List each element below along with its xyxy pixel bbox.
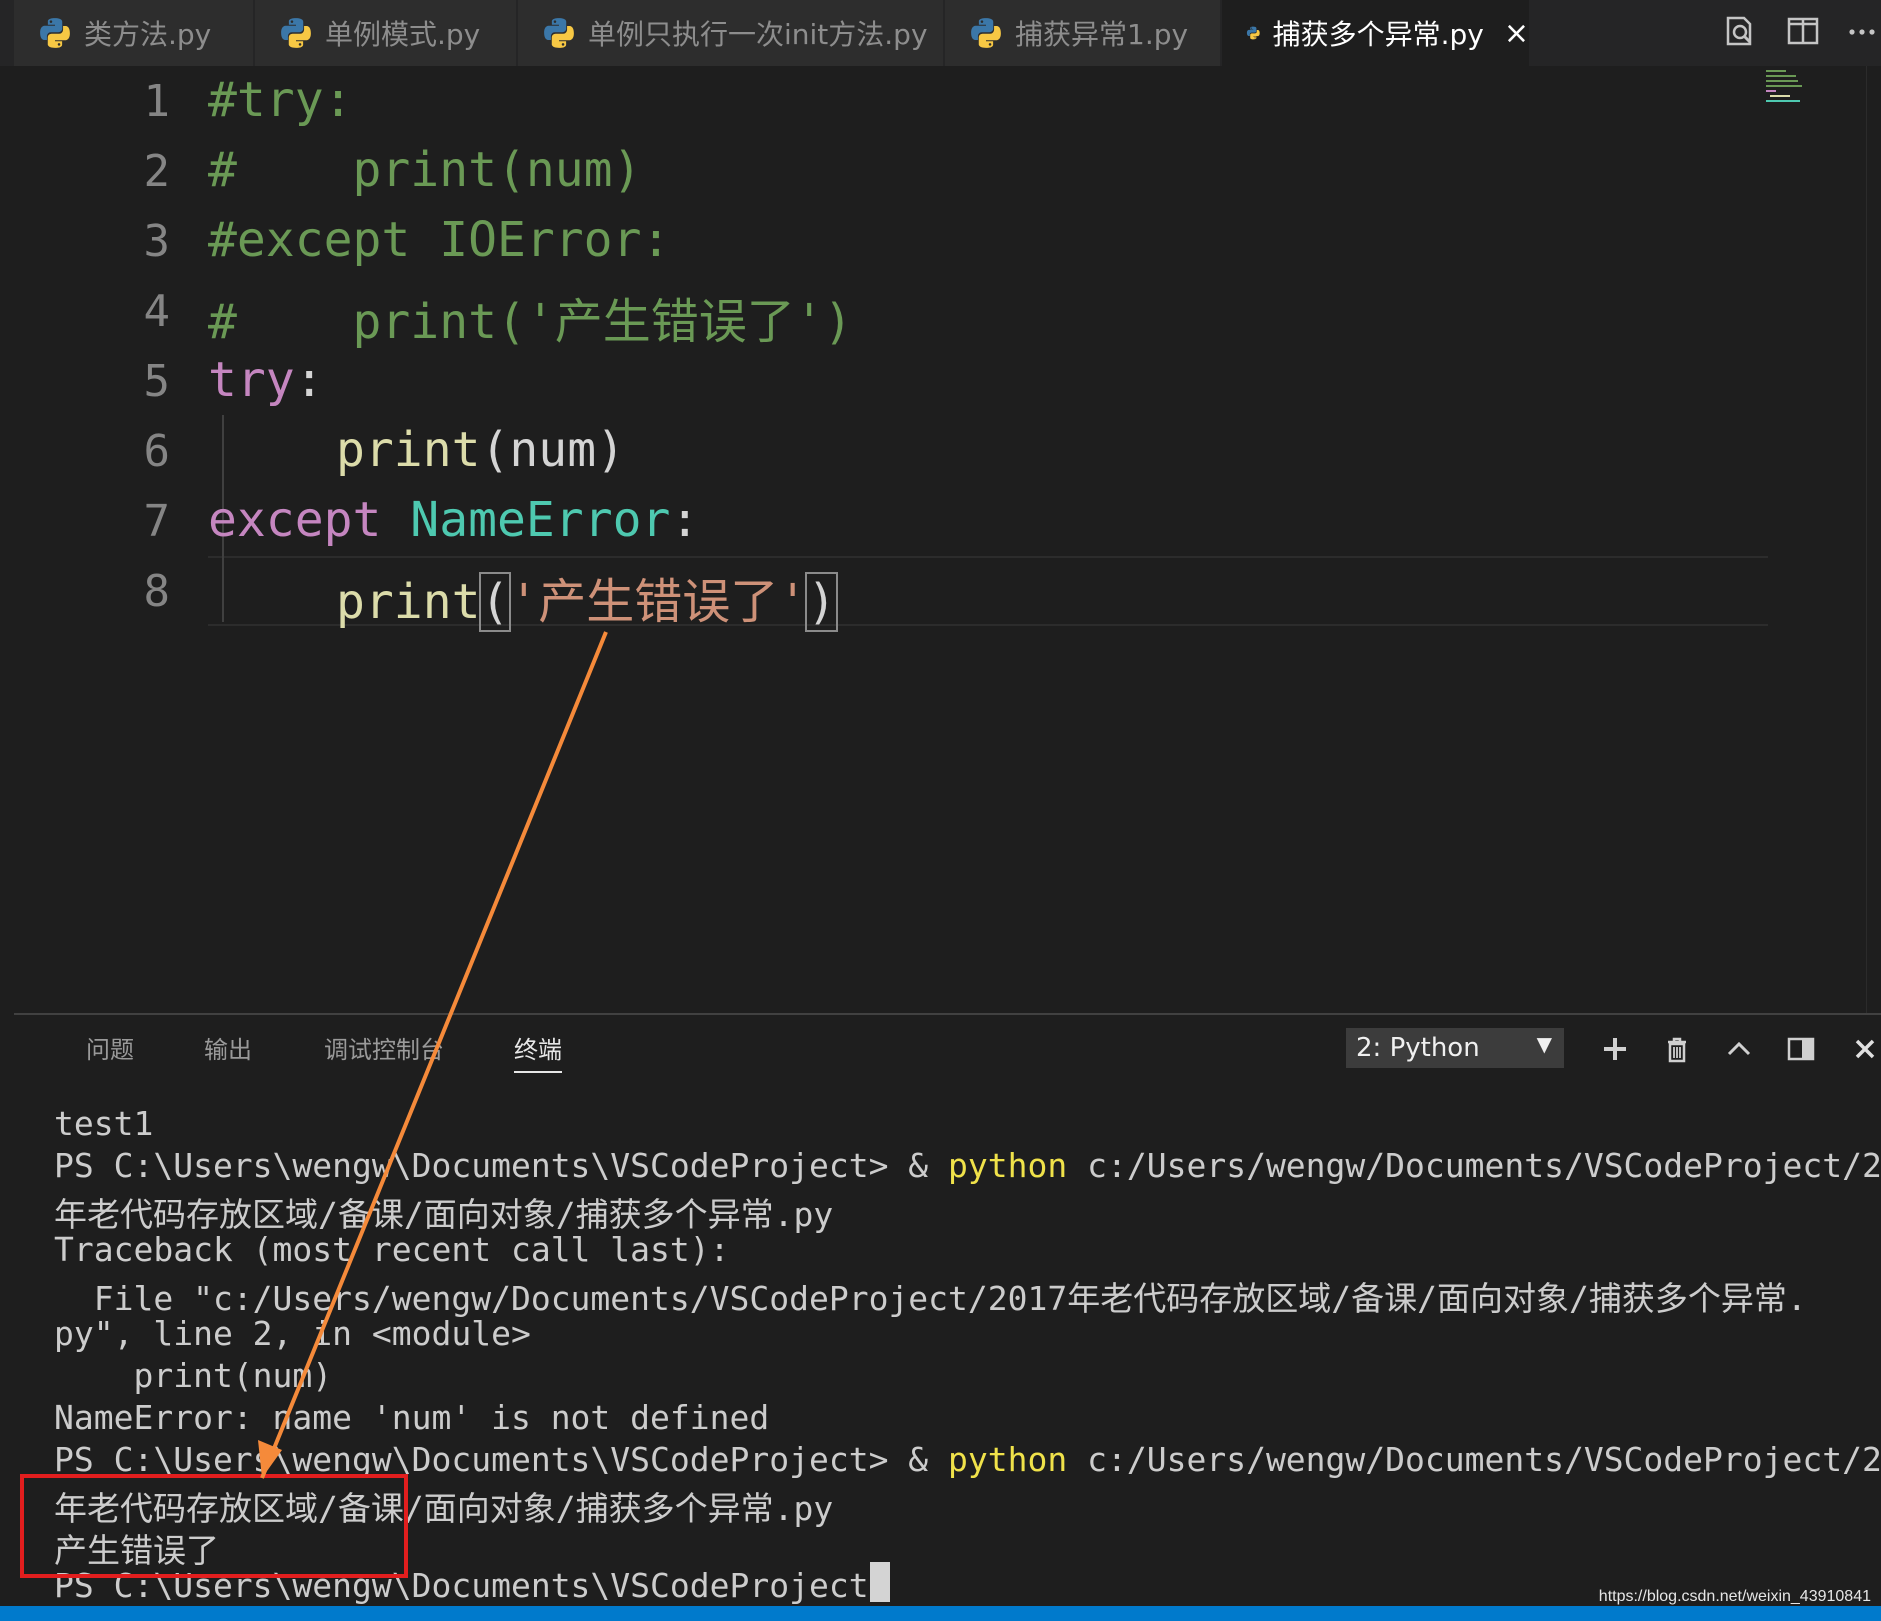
line-number: 8 — [143, 566, 171, 617]
tab-problems[interactable]: 问题 — [86, 1030, 134, 1065]
line-number: 5 — [143, 356, 171, 407]
tab-label: 单例只执行一次init方法.py — [588, 18, 928, 51]
more-actions-icon[interactable] — [1846, 14, 1880, 48]
bracket-match: ( — [478, 572, 512, 632]
toggle-panel-layout-icon[interactable] — [1786, 1034, 1816, 1064]
terminal-line: Traceback (most recent call last): — [54, 1230, 730, 1269]
minimap[interactable] — [1764, 66, 1814, 106]
terminal-line: PS C:\Users\wengw\Documents\VSCodeProjec… — [54, 1146, 1881, 1185]
punctuation: (num) — [480, 422, 626, 478]
command-args: c:/Users/wengw/Documents/VSCodeProject/2… — [1067, 1440, 1881, 1479]
tab-label: 单例模式.py — [325, 18, 481, 51]
code-line-3: #except IOError: — [208, 212, 670, 268]
string-literal: '产生错误了' — [509, 574, 808, 630]
tab-debug-console[interactable]: 调试控制台 — [324, 1030, 444, 1065]
keyword: try — [208, 352, 295, 408]
chevron-up-icon[interactable] — [1724, 1034, 1754, 1064]
terminal-line: test1 — [54, 1104, 154, 1143]
tab-catch-exception-1[interactable]: 捕获异常1.py — [945, 0, 1221, 66]
python-file-icon — [544, 18, 574, 48]
type-name: NameError — [410, 492, 671, 548]
terminal-line: print(num) — [54, 1356, 333, 1395]
line-number: 3 — [143, 216, 171, 267]
terminal-select[interactable]: 2: Python ▼ — [1346, 1028, 1564, 1068]
comment: #except IOError: — [208, 212, 671, 268]
tab-class-method[interactable]: 类方法.py — [14, 0, 254, 66]
terminal-line: NameError: name 'num' is not defined — [54, 1398, 770, 1437]
punctuation: : — [294, 352, 324, 408]
python-file-icon — [281, 18, 311, 48]
function-name: print — [336, 574, 481, 630]
code-line-4: # print('产生错误了') — [208, 282, 853, 352]
code-line-5: try: — [208, 352, 324, 408]
terminal-line: 年老代码存放区域/备课/面向对象/捕获多个异常.py — [54, 1195, 834, 1234]
python-file-icon — [40, 18, 70, 48]
line-number: 1 — [143, 76, 171, 127]
tab-terminal[interactable]: 终端 — [514, 1030, 562, 1073]
chevron-down-icon: ▼ — [1536, 1032, 1552, 1056]
open-preview-icon[interactable] — [1722, 14, 1756, 48]
terminal-line: File "c:/Users/wengw/Documents/VSCodePro… — [54, 1279, 1807, 1318]
tab-output[interactable]: 输出 — [204, 1030, 252, 1065]
tab-catch-multiple-exceptions[interactable]: 捕获多个异常.py × — [1222, 0, 1530, 66]
close-icon[interactable]: × — [1504, 16, 1529, 51]
line-number: 2 — [143, 146, 171, 197]
comment: #try: — [208, 72, 353, 128]
function-name: print — [336, 422, 481, 478]
comment: # print(num) — [208, 142, 642, 198]
punctuation: : — [670, 492, 700, 548]
code-line-2: # print(num) — [208, 142, 641, 198]
code-line-6: print(num) — [336, 422, 625, 478]
code-line-7: except NameError: — [208, 492, 699, 548]
command: python — [948, 1146, 1068, 1185]
terminal-select-value: 2: Python — [1356, 1033, 1480, 1063]
terminal-line: py", line 2, in <module> — [54, 1314, 531, 1353]
close-panel-icon[interactable] — [1850, 1034, 1880, 1064]
tab-label: 类方法.py — [84, 18, 212, 51]
watermark: https://blog.csdn.net/weixin_43910841 — [1598, 1588, 1871, 1605]
line-number: 6 — [143, 426, 171, 477]
editor-scrollbar[interactable] — [1866, 66, 1881, 1013]
bracket-match: ) — [805, 572, 839, 632]
tab-singleton-init[interactable]: 单例只执行一次init方法.py — [518, 0, 944, 66]
python-file-icon — [971, 18, 1001, 48]
line-number: 4 — [143, 286, 171, 337]
code-line-1: #try: — [208, 72, 353, 128]
tab-label: 捕获异常1.py — [1015, 18, 1189, 51]
code-line-8: print('产生错误了') — [336, 562, 839, 632]
split-editor-icon[interactable] — [1786, 14, 1820, 48]
prompt: PS C:\Users\wengw\Documents\VSCodeProjec… — [54, 1146, 949, 1185]
trash-icon[interactable] — [1662, 1034, 1692, 1064]
tab-singleton[interactable]: 单例模式.py — [255, 0, 517, 66]
terminal-cursor — [870, 1562, 890, 1602]
line-number: 7 — [143, 496, 171, 547]
status-bar — [0, 1606, 1881, 1621]
keyword: except — [208, 492, 382, 548]
annotation-highlight-box — [20, 1474, 408, 1578]
tab-label: 捕获多个异常.py — [1272, 18, 1484, 51]
python-file-icon — [1246, 26, 1260, 40]
new-terminal-icon[interactable] — [1600, 1034, 1630, 1064]
command-args: c:/Users/wengw/Documents/VSCodeProject/2… — [1067, 1146, 1881, 1185]
comment: # print('产生错误了') — [208, 294, 853, 350]
tab-bar: 类方法.py 单例模式.py 单例只执行一次init方法.py 捕获异常1.py… — [0, 0, 1881, 66]
command: python — [948, 1440, 1068, 1479]
